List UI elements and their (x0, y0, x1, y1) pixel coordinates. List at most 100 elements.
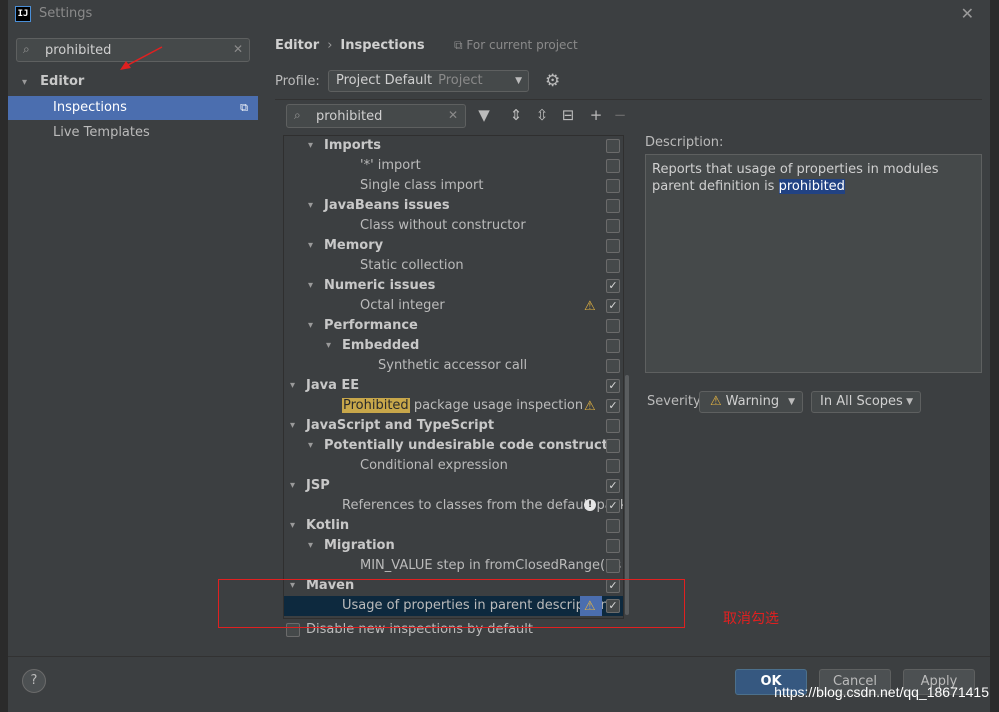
inspection-checkbox[interactable] (606, 539, 620, 553)
tree-row[interactable]: ▾ Java EE ✓ (284, 376, 623, 396)
tree-row[interactable]: Prohibited package usage inspection ⚠ ✓ (284, 396, 623, 416)
tree-row[interactable]: ▾ Potentially undesirable code constructs (284, 436, 623, 456)
inspection-checkbox[interactable] (606, 159, 620, 173)
inspection-checkbox[interactable]: ✓ (606, 479, 620, 493)
error-icon: ! (584, 499, 596, 511)
inspection-checkbox[interactable]: ✓ (606, 279, 620, 293)
tree-row[interactable]: Octal integer ⚠ ✓ (284, 296, 623, 316)
expand-all-icon[interactable]: ⇕ (506, 106, 526, 124)
collapse-all-icon[interactable]: ⇳ (532, 106, 552, 124)
inspection-checkbox[interactable] (606, 259, 620, 273)
inspection-checkbox[interactable] (606, 419, 620, 433)
chevron-down-icon[interactable]: ▾ (308, 316, 313, 336)
tree-scrollbar[interactable] (624, 135, 630, 619)
tree-row[interactable]: ▾ Kotlin (284, 516, 623, 536)
tree-row[interactable]: ▾ Memory (284, 236, 623, 256)
sidebar-group-editor[interactable]: ▾ Editor (8, 70, 258, 94)
settings-sidebar: ⌕ ✕ ▾ Editor Inspections ⧉ Live Template… (8, 28, 258, 656)
inspection-checkbox[interactable]: ✓ (606, 299, 620, 313)
inspection-checkbox[interactable]: ✓ (606, 379, 620, 393)
inspection-checkbox[interactable] (606, 559, 620, 573)
chevron-down-icon[interactable]: ▾ (290, 476, 295, 496)
filter-icon[interactable]: ▼ (474, 106, 494, 124)
inspection-filter-input[interactable] (316, 107, 436, 125)
chevron-down-icon[interactable]: ▾ (290, 416, 295, 436)
clear-search-icon[interactable]: ✕ (233, 42, 243, 56)
tree-row[interactable]: ▾ Numeric issues ✓ (284, 276, 623, 296)
inspection-checkbox[interactable] (606, 339, 620, 353)
tree-row[interactable]: ▾ Embedded (284, 336, 623, 356)
inspection-checkbox[interactable] (606, 199, 620, 213)
dropdown-arrow-icon: ▼ (906, 397, 913, 407)
profile-dropdown[interactable]: Project Default Project ▼ (328, 70, 529, 92)
profile-label: Profile: (275, 74, 320, 89)
tree-row[interactable]: ▾ Imports (284, 136, 623, 156)
tree-row[interactable]: Static collection (284, 256, 623, 276)
tree-row[interactable]: Class without constructor (284, 216, 623, 236)
tree-row-label: Potentially undesirable code constructs (324, 438, 616, 453)
inspection-checkbox[interactable] (606, 359, 620, 373)
search-icon: ⌕ (23, 42, 30, 56)
add-icon[interactable]: + (586, 106, 606, 124)
inspection-checkbox[interactable] (606, 139, 620, 153)
clear-filter-icon[interactable]: ✕ (448, 108, 458, 122)
tree-row[interactable]: '*' import (284, 156, 623, 176)
inspection-checkbox[interactable] (606, 179, 620, 193)
description-box: Reports that usage of properties in modu… (645, 154, 982, 373)
scope-dropdown[interactable]: In All Scopes ▼ (811, 391, 921, 413)
tree-row[interactable]: ▾ JavaScript and TypeScript (284, 416, 623, 436)
tree-row[interactable]: Conditional expression (284, 456, 623, 476)
inspection-checkbox[interactable] (606, 319, 620, 333)
tree-row[interactable]: ▾ JSP ✓ (284, 476, 623, 496)
annotation-highlight-box (218, 579, 685, 628)
divider (275, 99, 982, 100)
copy-icon: ⧉ (240, 101, 248, 114)
remove-icon[interactable]: − (610, 106, 630, 124)
chevron-down-icon[interactable]: ▾ (326, 336, 331, 356)
breadcrumb-inspections: Inspections (340, 38, 425, 53)
tree-row-label: JavaScript and TypeScript (306, 418, 495, 433)
severity-dropdown[interactable]: ⚠ Warning ▼ (699, 391, 803, 413)
tree-row[interactable]: ▾ JavaBeans issues (284, 196, 623, 216)
tree-row-label: '*' import (360, 158, 421, 173)
tree-row-label: Performance (324, 318, 418, 333)
sidebar-item-inspections[interactable]: Inspections ⧉ (8, 96, 258, 120)
tree-row[interactable]: Synthetic accessor call (284, 356, 623, 376)
chevron-down-icon[interactable]: ▾ (308, 136, 313, 156)
close-icon[interactable]: ✕ (961, 4, 974, 23)
tree-row-label: JSP (306, 478, 330, 493)
chevron-down-icon[interactable]: ▾ (308, 276, 313, 296)
chevron-down-icon[interactable]: ▾ (290, 376, 295, 396)
help-button[interactable]: ? (22, 669, 46, 693)
tree-row[interactable]: MIN_VALUE step in fromClosedRange() s (284, 556, 623, 576)
inspection-checkbox[interactable] (606, 219, 620, 233)
warning-icon: ⚠ (584, 299, 596, 314)
inspection-checkbox[interactable]: ✓ (606, 399, 620, 413)
tree-row-label: MIN_VALUE step in fromClosedRange() s (360, 558, 622, 573)
chevron-down-icon[interactable]: ▾ (308, 196, 313, 216)
severity-value: Warning (725, 394, 780, 409)
reset-icon[interactable]: ⊟ (558, 106, 578, 124)
inspection-checkbox[interactable]: ✓ (606, 499, 620, 513)
dropdown-arrow-icon: ▼ (788, 397, 795, 407)
tree-row[interactable]: ▾ Migration (284, 536, 623, 556)
sidebar-item-label: Live Templates (53, 125, 150, 140)
tree-row[interactable]: ▾ Performance (284, 316, 623, 336)
gear-icon[interactable]: ⚙ (545, 71, 560, 91)
tree-row[interactable]: References to classes from the default p… (284, 496, 623, 516)
breadcrumb: Editor › Inspections (275, 38, 425, 53)
chevron-down-icon[interactable]: ▾ (290, 516, 295, 536)
watermark: https://blog.csdn.net/qq_18671415 (774, 684, 989, 700)
inspection-checkbox[interactable] (606, 239, 620, 253)
inspection-filter-field[interactable]: ⌕ ✕ (286, 104, 466, 128)
tree-row[interactable]: Single class import (284, 176, 623, 196)
sidebar-item-label: Inspections (53, 100, 127, 115)
tree-row-label: Single class import (360, 178, 484, 193)
chevron-down-icon[interactable]: ▾ (308, 236, 313, 256)
chevron-down-icon[interactable]: ▾ (308, 436, 313, 456)
chevron-down-icon[interactable]: ▾ (308, 536, 313, 556)
inspection-checkbox[interactable] (606, 519, 620, 533)
inspection-checkbox[interactable] (606, 439, 620, 453)
inspection-checkbox[interactable] (606, 459, 620, 473)
sidebar-item-live-templates[interactable]: Live Templates (8, 121, 258, 145)
